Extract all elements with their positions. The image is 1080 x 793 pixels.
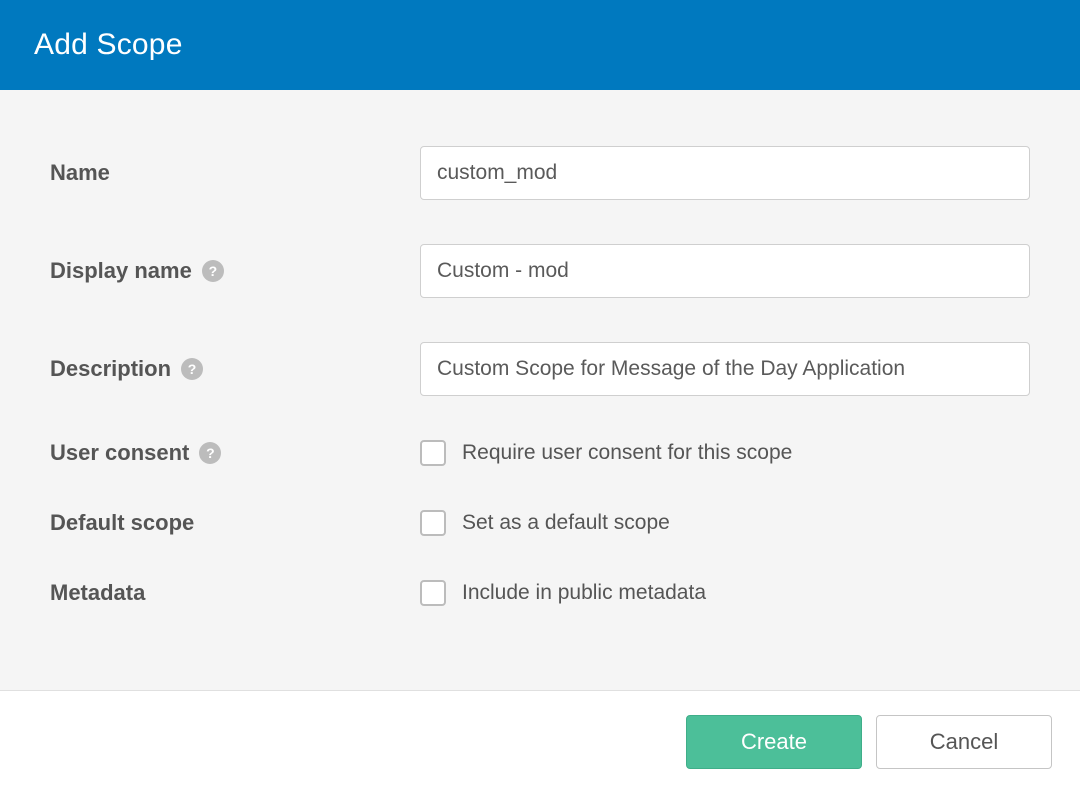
default-scope-checkbox[interactable] <box>420 510 446 536</box>
dialog-footer: Create Cancel <box>0 690 1080 793</box>
user-consent-control: Require user consent for this scope <box>420 440 1030 466</box>
dialog-header: Add Scope <box>0 0 1080 90</box>
metadata-row: Metadata Include in public metadata <box>50 580 1030 606</box>
description-control <box>420 342 1030 396</box>
description-label-text: Description <box>50 356 171 382</box>
default-scope-checkbox-label[interactable]: Set as a default scope <box>462 511 670 535</box>
description-row: Description ? <box>50 342 1030 396</box>
description-input[interactable] <box>420 342 1030 396</box>
display-name-control <box>420 244 1030 298</box>
create-button[interactable]: Create <box>686 715 862 769</box>
user-consent-checkbox-label[interactable]: Require user consent for this scope <box>462 441 792 465</box>
name-input[interactable] <box>420 146 1030 200</box>
help-icon[interactable]: ? <box>202 260 224 282</box>
metadata-checkbox-row: Include in public metadata <box>420 580 1030 606</box>
help-icon[interactable]: ? <box>181 358 203 380</box>
user-consent-checkbox[interactable] <box>420 440 446 466</box>
default-scope-label: Default scope <box>50 510 420 536</box>
metadata-label-text: Metadata <box>50 580 145 606</box>
display-name-input[interactable] <box>420 244 1030 298</box>
name-control <box>420 146 1030 200</box>
name-label: Name <box>50 160 420 186</box>
cancel-button[interactable]: Cancel <box>876 715 1052 769</box>
metadata-label: Metadata <box>50 580 420 606</box>
user-consent-label-text: User consent <box>50 440 189 466</box>
add-scope-dialog: Add Scope Name Display name ? Descrip <box>0 0 1080 774</box>
default-scope-row: Default scope Set as a default scope <box>50 510 1030 536</box>
dialog-title: Add Scope <box>34 28 1046 62</box>
help-icon[interactable]: ? <box>199 442 221 464</box>
name-row: Name <box>50 146 1030 200</box>
default-scope-checkbox-row: Set as a default scope <box>420 510 1030 536</box>
metadata-checkbox[interactable] <box>420 580 446 606</box>
user-consent-row: User consent ? Require user consent for … <box>50 440 1030 466</box>
name-label-text: Name <box>50 160 110 186</box>
user-consent-checkbox-row: Require user consent for this scope <box>420 440 1030 466</box>
display-name-label: Display name ? <box>50 258 420 284</box>
user-consent-label: User consent ? <box>50 440 420 466</box>
metadata-checkbox-label[interactable]: Include in public metadata <box>462 581 706 605</box>
default-scope-control: Set as a default scope <box>420 510 1030 536</box>
display-name-label-text: Display name <box>50 258 192 284</box>
default-scope-label-text: Default scope <box>50 510 194 536</box>
metadata-control: Include in public metadata <box>420 580 1030 606</box>
display-name-row: Display name ? <box>50 244 1030 298</box>
description-label: Description ? <box>50 356 420 382</box>
dialog-body: Name Display name ? Description ? <box>0 90 1080 690</box>
